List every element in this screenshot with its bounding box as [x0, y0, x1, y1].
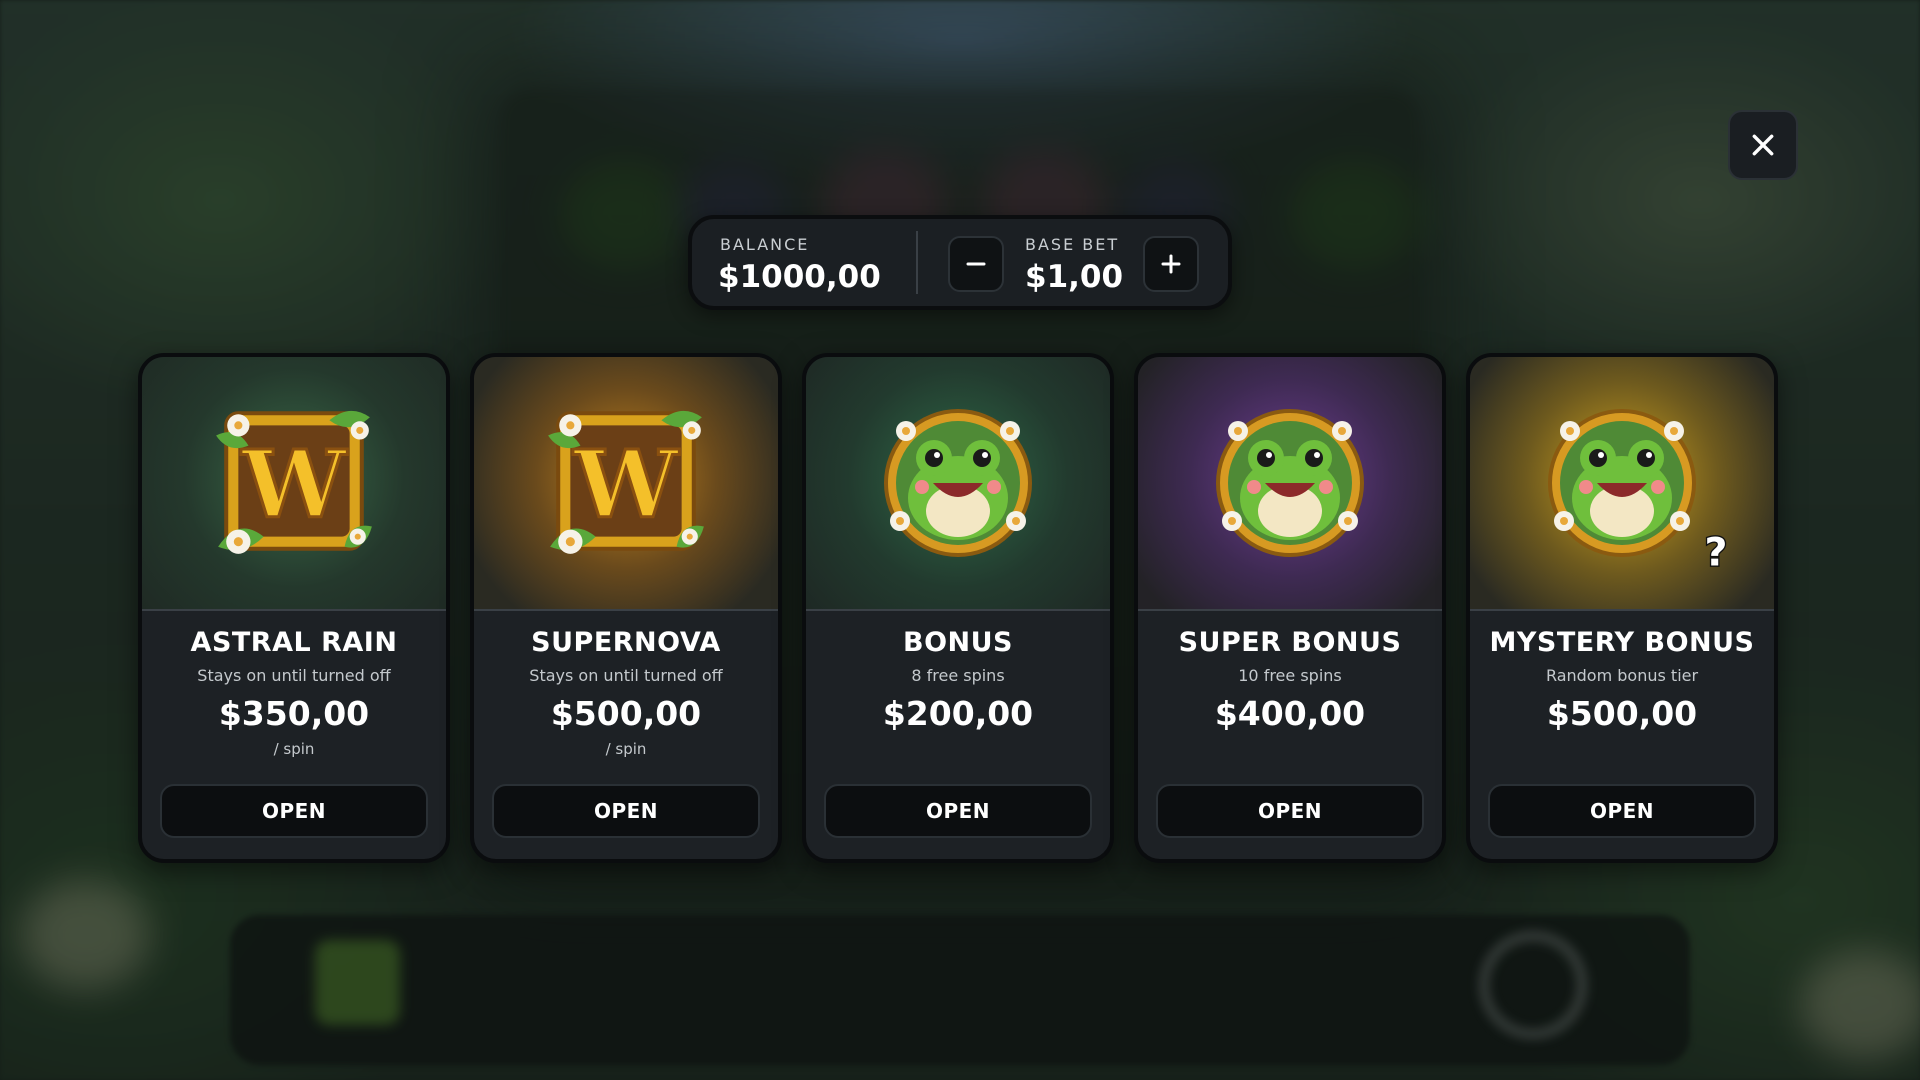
card-subtitle: Random bonus tier — [1545, 666, 1699, 685]
balance-bet-panel: BALANCE $1000,00 BASE BET $1,00 — [688, 215, 1232, 310]
close-icon — [1752, 134, 1774, 156]
decrease-bet-button[interactable] — [948, 236, 1004, 292]
open-button[interactable]: OPEN — [824, 784, 1092, 838]
card-subtitle: 10 free spins — [1238, 666, 1342, 685]
card-subtitle: Stays on until turned off — [197, 666, 391, 685]
bonus-card-super-bonus: SUPER BONUS 10 free spins $400,00 OPEN — [1134, 353, 1446, 863]
card-price-unit: / spin — [273, 740, 315, 758]
svg-text:W: W — [573, 429, 680, 538]
card-price: $350,00 — [218, 694, 370, 733]
frog-icon — [1138, 357, 1442, 611]
card-subtitle: Stays on until turned off — [529, 666, 723, 685]
base-bet-value: $1,00 — [1025, 259, 1124, 295]
card-price: $400,00 — [1214, 694, 1366, 733]
question-mark-icon: ? — [1703, 528, 1729, 573]
balance-value: $1000,00 — [718, 259, 881, 295]
card-title: MYSTERY BONUS — [1489, 627, 1755, 658]
bonus-card-mystery-bonus: ? MYSTERY BONUS Random bonus tier $500,0… — [1466, 353, 1778, 863]
wild-w-icon: W — [142, 357, 446, 611]
card-price-unit: / spin — [605, 740, 647, 758]
divider — [916, 231, 918, 294]
card-title: SUPERNOVA — [531, 627, 721, 658]
mystery-frog-icon: ? — [1470, 357, 1774, 611]
bonus-card-astral-rain: W ASTRAL RAIN Stays on until turned off … — [138, 353, 450, 863]
card-title: SUPER BONUS — [1178, 627, 1402, 658]
base-bet-label: BASE BET — [1025, 235, 1120, 254]
balance-label: BALANCE — [720, 235, 810, 254]
card-price: $500,00 — [1546, 694, 1698, 733]
card-price: $500,00 — [550, 694, 702, 733]
bonus-card-supernova: W SUPERNOVA Stays on until turned off $5… — [470, 353, 782, 863]
increase-bet-button[interactable] — [1143, 236, 1199, 292]
svg-text:W: W — [241, 429, 348, 538]
card-title: BONUS — [903, 627, 1013, 658]
card-title: ASTRAL RAIN — [190, 627, 398, 658]
close-button[interactable] — [1728, 110, 1798, 180]
frog-icon — [806, 357, 1110, 611]
bonus-card-bonus: BONUS 8 free spins $200,00 OPEN — [802, 353, 1114, 863]
minus-icon — [966, 262, 986, 266]
bonus-buy-cards: W ASTRAL RAIN Stays on until turned off … — [138, 353, 1782, 863]
card-price: $200,00 — [882, 694, 1034, 733]
open-button[interactable]: OPEN — [1488, 784, 1756, 838]
wild-w-icon: W — [474, 357, 778, 611]
card-subtitle: 8 free spins — [911, 666, 1005, 685]
open-button[interactable]: OPEN — [160, 784, 428, 838]
plus-icon — [1161, 254, 1181, 274]
open-button[interactable]: OPEN — [492, 784, 760, 838]
open-button[interactable]: OPEN — [1156, 784, 1424, 838]
svg-text:?: ? — [1705, 529, 1728, 573]
